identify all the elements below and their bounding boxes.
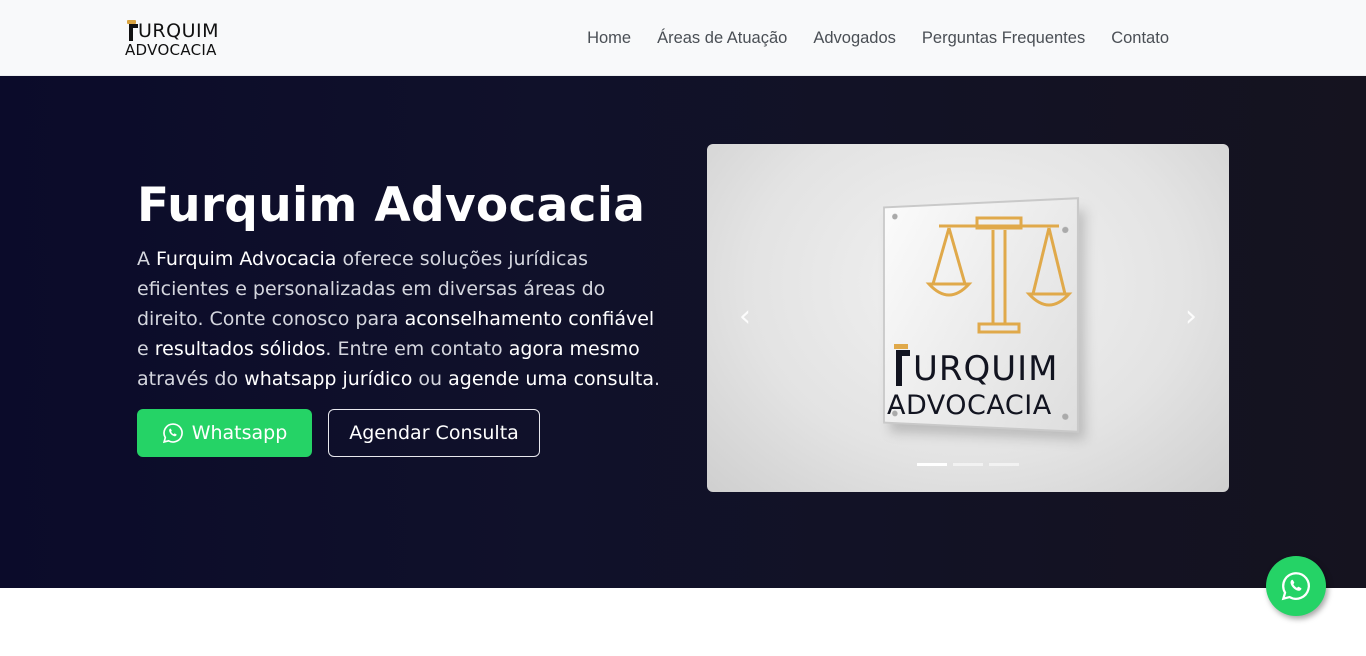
image-carousel: URQUIM ADVOCACIA ‹ › <box>707 144 1229 492</box>
nav-link-lawyers[interactable]: Advogados <box>813 29 896 48</box>
chevron-left-icon[interactable]: ‹ <box>735 302 755 332</box>
scales-of-justice-icon <box>925 216 1073 334</box>
nav-link-contact[interactable]: Contato <box>1111 29 1169 48</box>
main-nav: Home Áreas de Atuação Advogados Pergunta… <box>587 0 1169 76</box>
logo-word-bottom: ADVOCACIA <box>125 41 217 59</box>
schedule-consultation-button[interactable]: Agendar Consulta <box>328 409 540 457</box>
logo-word-top: URQUIM <box>138 20 219 42</box>
schedule-button-label: Agendar Consulta <box>349 422 519 444</box>
hero-title: Furquim Advocacia <box>137 178 646 233</box>
floating-whatsapp-button[interactable] <box>1266 556 1326 616</box>
pillar-icon <box>894 344 910 386</box>
carousel-indicator-1[interactable] <box>917 463 947 466</box>
hero-description: A Furquim Advocacia oferece soluções jur… <box>137 248 661 390</box>
whatsapp-icon <box>162 423 183 444</box>
nav-link-faq[interactable]: Perguntas Frequentes <box>922 29 1085 48</box>
carousel-indicator-2[interactable] <box>953 463 983 466</box>
sign-text-furquim: URQUIM <box>913 349 1059 389</box>
whatsapp-button[interactable]: Whatsapp <box>137 409 312 457</box>
brand-logo[interactable]: URQUIM ADVOCACIA <box>125 16 229 60</box>
chevron-right-icon[interactable]: › <box>1181 302 1201 332</box>
navbar: URQUIM ADVOCACIA Home Áreas de Atuação A… <box>0 0 1366 76</box>
sign-text-advocacia: ADVOCACIA <box>887 390 1052 421</box>
logo-top-row: URQUIM <box>125 16 219 42</box>
whatsapp-button-label: Whatsapp <box>191 422 288 444</box>
nav-link-home[interactable]: Home <box>587 29 631 48</box>
pillar-icon <box>125 18 138 42</box>
hero-section: Furquim Advocacia A Furquim Advocacia of… <box>0 76 1366 588</box>
nav-link-areas[interactable]: Áreas de Atuação <box>657 29 787 48</box>
carousel-indicator-3[interactable] <box>989 463 1019 466</box>
carousel-indicators <box>917 463 1019 466</box>
whatsapp-icon <box>1281 572 1310 601</box>
